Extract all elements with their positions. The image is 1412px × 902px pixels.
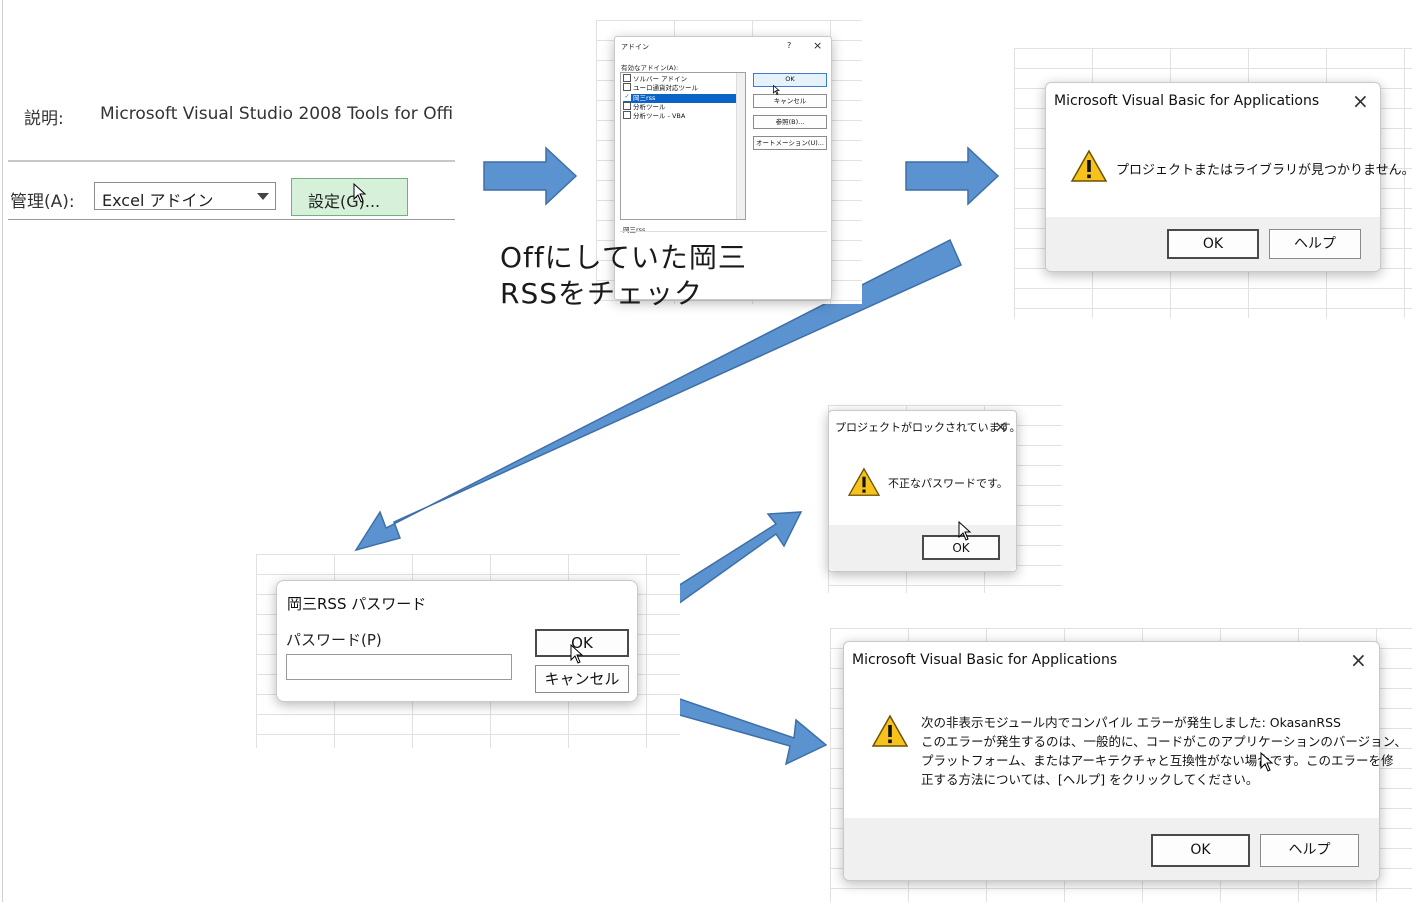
- checkbox-icon[interactable]: [623, 101, 631, 110]
- addins-browse-button[interactable]: 参照(B)...: [753, 115, 827, 129]
- cursor-icon: [773, 85, 780, 95]
- warning-icon: [871, 714, 909, 747]
- checkbox-icon[interactable]: [623, 111, 631, 120]
- locked-dialog: プロジェクトがロックされています。 × 不正なパスワードです。 OK: [828, 410, 1021, 572]
- close-icon[interactable]: ×: [813, 39, 822, 52]
- addins-automation-button[interactable]: オートメーション(U)...: [753, 136, 827, 150]
- password-dialog-title: 岡三RSS パスワード: [287, 595, 427, 613]
- locked-ok-label: OK: [952, 541, 970, 555]
- arrow-right-1: [483, 146, 578, 206]
- addin-list-item-label: 岡三rss: [633, 93, 656, 102]
- vba-error-2-ok-button[interactable]: OK: [1151, 834, 1250, 867]
- annotation-text: Offにしていた岡三 RSSをチェック: [500, 240, 747, 312]
- password-cancel-button[interactable]: キャンセル: [535, 665, 629, 693]
- checkbox-icon[interactable]: [623, 83, 631, 92]
- close-icon[interactable]: ×: [1352, 91, 1369, 111]
- vba-error-1-dialog: Microsoft Visual Basic for Applications …: [1045, 82, 1412, 272]
- vba-error-2-ok-label: OK: [1190, 842, 1211, 858]
- vba-error-1-message: プロジェクトまたはライブラリが見つかりません。: [1116, 163, 1412, 178]
- addin-list-item[interactable]: 分析ツール - VBA: [623, 111, 736, 121]
- locked-dialog-title: プロジェクトがロックされています。: [835, 421, 1021, 434]
- cursor-icon: [1260, 752, 1274, 772]
- checkbox-checked-icon[interactable]: ✓: [623, 92, 631, 101]
- vba-error-1-title: Microsoft Visual Basic for Applications: [1054, 93, 1320, 109]
- cursor-icon: [958, 521, 972, 541]
- annotation-line-1: Offにしていた岡三: [500, 241, 747, 274]
- vba-error-1-help-button[interactable]: ヘルプ: [1269, 229, 1361, 259]
- addin-list-item-label: ユーロ通貨対応ツール: [633, 84, 698, 93]
- addin-list-item-label: 分析ツール - VBA: [633, 112, 686, 121]
- vba-error-2-title: Microsoft Visual Basic for Applications: [852, 652, 1118, 668]
- addin-list-item[interactable]: ソルバー アドイン: [623, 74, 736, 84]
- vba-error-2-message: 次の非表示モジュール内でコンパイル エラーが発生しました: OkasanRSS …: [921, 713, 1407, 789]
- addins-cancel-label: キャンセル: [773, 97, 807, 105]
- password-dialog: 岡三RSS パスワード パスワード(P) OK キャンセル: [276, 580, 638, 702]
- addins-ok-button[interactable]: OK: [753, 73, 827, 87]
- arrow-right-2: [905, 146, 1000, 206]
- addins-browse-label: 参照(B)...: [775, 118, 805, 126]
- addin-list-item[interactable]: ✓ 岡三rss: [623, 92, 736, 103]
- annotation-line-2: RSSをチェック: [500, 277, 704, 310]
- vba-error-2-line: 正する方法については、[ヘルプ] をクリックしてください。: [921, 772, 1259, 787]
- addins-automation-label: オートメーション(U)...: [756, 139, 824, 147]
- addins-list-label: 有効なアドイン(A):: [621, 64, 679, 72]
- addin-list-item-label: 分析ツール: [633, 102, 666, 111]
- warning-icon: [1070, 149, 1108, 182]
- vba-error-1-help-label: ヘルプ: [1294, 236, 1336, 252]
- vba-error-2-line: このエラーが発生するのは、一般的に、コードがこのアプリケーションのバージョン、: [921, 734, 1407, 749]
- addins-dialog-title: アドイン: [621, 43, 649, 51]
- addin-list-item[interactable]: ユーロ通貨対応ツール: [623, 83, 736, 93]
- vba-error-1-ok-button[interactable]: OK: [1167, 229, 1259, 259]
- vba-error-2-help-button[interactable]: ヘルプ: [1260, 834, 1359, 867]
- password-field-label: パスワード(P): [286, 631, 382, 649]
- addins-cancel-button[interactable]: キャンセル: [753, 94, 827, 108]
- addin-list-item-label: ソルバー アドイン: [633, 75, 688, 83]
- password-input[interactable]: [286, 654, 512, 680]
- help-icon[interactable]: ?: [787, 41, 791, 50]
- warning-icon: [847, 467, 881, 496]
- vba-error-2-line: 次の非表示モジュール内でコンパイル エラーが発生しました: OkasanRSS: [921, 715, 1341, 730]
- close-icon[interactable]: ×: [1350, 650, 1367, 670]
- password-cancel-label: キャンセル: [544, 670, 620, 688]
- cursor-icon: [570, 644, 584, 664]
- vba-error-2-line: プラットフォーム、またはアーキテクチャと互換性がない場合です。このエラーを修: [921, 753, 1394, 768]
- addins-ok-label: OK: [785, 75, 795, 83]
- vba-error-2-dialog: Microsoft Visual Basic for Applications …: [843, 641, 1407, 881]
- vba-error-1-ok-label: OK: [1202, 236, 1224, 252]
- locked-dialog-message: 不正なパスワードです。: [888, 477, 1008, 490]
- list-scrollbar[interactable]: [736, 73, 745, 219]
- addins-list[interactable]: ソルバー アドイン ユーロ通貨対応ツール ✓ 岡三rss 分析ツール 分析ツール - VB…: [620, 72, 746, 220]
- close-icon[interactable]: ×: [994, 417, 1007, 437]
- checkbox-icon[interactable]: [623, 74, 631, 82]
- addin-list-item[interactable]: 分析ツール: [623, 101, 736, 112]
- vba-error-2-help-label: ヘルプ: [1288, 842, 1331, 858]
